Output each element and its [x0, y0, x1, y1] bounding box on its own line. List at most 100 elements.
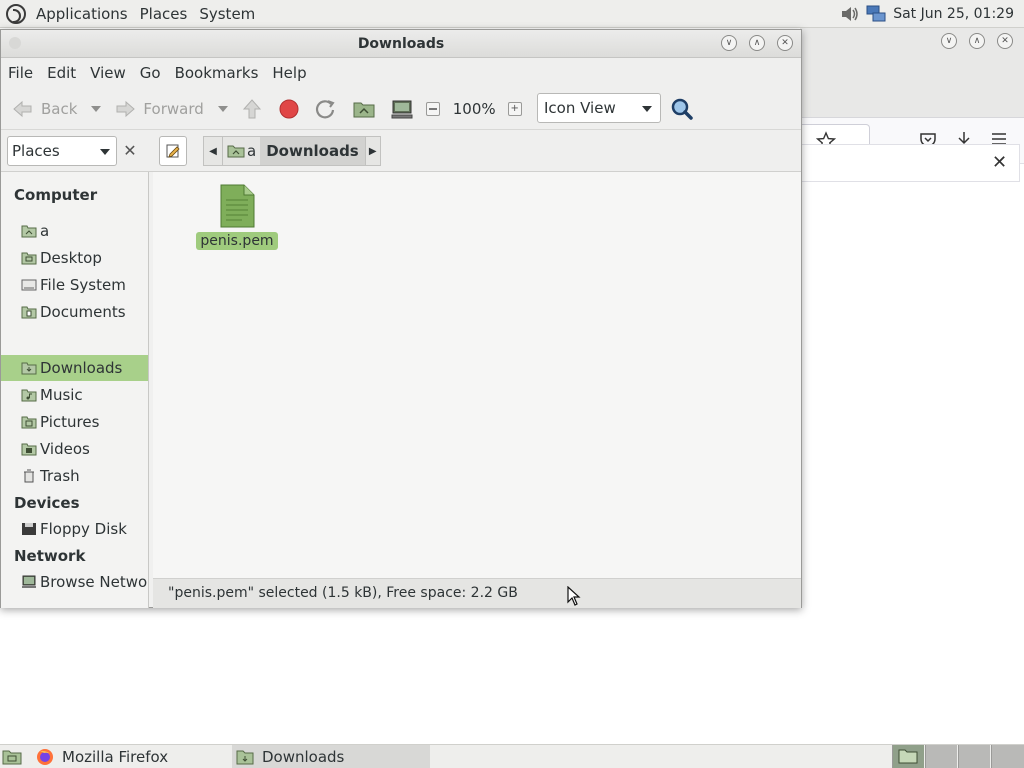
forward-arrow-icon: [116, 100, 136, 117]
menu-help[interactable]: Help: [265, 64, 313, 82]
home-folder-icon: [227, 145, 245, 158]
bottom-panel: Mozilla Firefox Downloads: [0, 744, 1024, 768]
sidebar-item-label: Pictures: [40, 413, 100, 431]
network-icon[interactable]: [865, 4, 887, 24]
sidebar-item-music[interactable]: Music: [1, 382, 148, 408]
workspace-2[interactable]: [925, 745, 957, 768]
volume-icon[interactable]: [839, 4, 861, 24]
sidebar-item-home[interactable]: a: [1, 218, 148, 244]
menu-file[interactable]: File: [1, 64, 40, 82]
up-arrow-icon[interactable]: [240, 97, 264, 121]
applications-menu[interactable]: Applications: [30, 5, 134, 23]
menu-view[interactable]: View: [83, 64, 133, 82]
breadcrumb-home[interactable]: a: [223, 136, 261, 166]
minimize-icon[interactable]: ∨: [941, 33, 957, 49]
workspace-3[interactable]: [958, 745, 990, 768]
folder-icon: [236, 750, 254, 765]
clock[interactable]: Sat Jun 25, 01:29: [893, 6, 1014, 22]
sidebar-item-videos[interactable]: Videos: [1, 436, 148, 462]
text-file-icon: [220, 184, 255, 228]
file-item[interactable]: penis.pem: [196, 184, 278, 250]
pictures-folder-icon: [21, 416, 37, 429]
file-name: penis.pem: [196, 232, 278, 250]
music-folder-icon: [21, 389, 37, 402]
menu-go[interactable]: Go: [133, 64, 168, 82]
toolbar: Back Forward 100% + Icon View: [1, 88, 801, 130]
desktop-folder-icon: [21, 252, 37, 265]
back-history-dropdown[interactable]: [91, 105, 102, 112]
menu-bookmarks[interactable]: Bookmarks: [168, 64, 266, 82]
zoom-level[interactable]: 100%: [453, 100, 496, 118]
minimize-icon[interactable]: ∨: [721, 35, 737, 51]
back-button[interactable]: Back: [7, 94, 81, 124]
taskbar-item-downloads[interactable]: Downloads: [232, 745, 430, 768]
zoom-in-button[interactable]: +: [507, 101, 522, 116]
sidebar-item-label: Desktop: [40, 249, 102, 267]
sidebar-item-file-system[interactable]: File System: [1, 272, 148, 298]
sidebar-item-label: Trash: [40, 467, 80, 485]
stop-icon[interactable]: [278, 98, 300, 120]
sidebar-item-desktop[interactable]: Desktop: [1, 245, 148, 271]
places-menu[interactable]: Places: [134, 5, 194, 23]
forward-history-dropdown[interactable]: [217, 105, 228, 112]
sidebar-item-pictures[interactable]: Pictures: [1, 409, 148, 435]
home-folder-icon[interactable]: [352, 98, 376, 120]
pencil-icon: [166, 144, 180, 158]
drive-icon: [21, 279, 37, 291]
window-titlebar[interactable]: Downloads ∨ ∧ ✕: [1, 30, 801, 58]
show-desktop-icon[interactable]: [2, 748, 22, 766]
zoom-out-button[interactable]: [425, 101, 440, 116]
status-bar: "penis.pem" selected (1.5 kB), Free spac…: [153, 578, 801, 608]
close-icon[interactable]: ✕: [777, 35, 793, 51]
breadcrumb: ◀ a Downloads ▶: [203, 136, 381, 166]
places-sidebar: Computer a Desktop File System Documents…: [1, 172, 149, 608]
downloads-folder-icon: [21, 362, 37, 375]
edit-location-button[interactable]: [159, 136, 187, 166]
firefox-titlebar: ∨ ∧ ✕: [800, 28, 1024, 58]
reload-icon[interactable]: [314, 98, 336, 120]
firefox-window: ∨ ∧ ✕ ✕: [800, 28, 1024, 744]
forward-button[interactable]: Forward: [109, 94, 207, 124]
side-pane-select[interactable]: Places: [7, 136, 117, 166]
location-bar: Places ✕ ◀ a Downloads ▶: [1, 130, 801, 172]
file-view[interactable]: penis.pem: [153, 172, 801, 578]
floppy-disk-icon: [22, 523, 36, 535]
mouse-pointer-icon: [567, 586, 581, 606]
sidebar-item-browse-network[interactable]: Browse Netwo...: [1, 569, 148, 595]
view-mode-select[interactable]: Icon View: [537, 93, 661, 123]
system-tray: Sat Jun 25, 01:29: [837, 0, 1024, 28]
workspace-1[interactable]: [892, 745, 924, 768]
documents-folder-icon: [21, 306, 37, 319]
system-menu[interactable]: System: [193, 5, 261, 23]
computer-icon[interactable]: [390, 98, 414, 120]
chevron-down-icon: [642, 106, 652, 112]
chevron-down-icon: [100, 149, 110, 155]
sidebar-item-label: Floppy Disk: [40, 520, 127, 538]
sidebar-item-documents[interactable]: Documents: [1, 299, 148, 325]
sidebar-heading-network: Network: [14, 547, 86, 565]
videos-folder-icon: [21, 443, 37, 456]
workspace-4[interactable]: [991, 745, 1024, 768]
home-folder-icon: [21, 225, 37, 238]
breadcrumb-left-icon[interactable]: ◀: [203, 136, 223, 166]
search-icon[interactable]: [670, 97, 694, 121]
breadcrumb-downloads[interactable]: Downloads: [260, 136, 365, 166]
maximize-icon[interactable]: ∧: [969, 33, 985, 49]
close-icon[interactable]: ✕: [997, 33, 1013, 49]
menu-edit[interactable]: Edit: [40, 64, 83, 82]
breadcrumb-right-icon[interactable]: ▶: [364, 136, 381, 166]
notification-close-icon[interactable]: ✕: [992, 152, 1007, 173]
sidebar-item-label: Browse Netwo...: [40, 573, 148, 591]
trash-icon: [24, 469, 34, 483]
side-pane-value: Places: [12, 142, 60, 160]
panel-menu: Applications Places System: [0, 0, 261, 27]
mate-logo-icon[interactable]: [6, 3, 26, 24]
maximize-icon[interactable]: ∧: [749, 35, 765, 51]
sidebar-item-label: Music: [40, 386, 83, 404]
taskbar-item-firefox[interactable]: Mozilla Firefox: [30, 745, 230, 768]
sidebar-item-downloads[interactable]: Downloads: [1, 355, 148, 381]
close-side-pane-icon[interactable]: ✕: [119, 140, 141, 162]
firefox-icon: [37, 749, 53, 765]
sidebar-item-floppy-disk[interactable]: Floppy Disk: [1, 516, 148, 542]
sidebar-item-trash[interactable]: Trash: [1, 463, 148, 489]
